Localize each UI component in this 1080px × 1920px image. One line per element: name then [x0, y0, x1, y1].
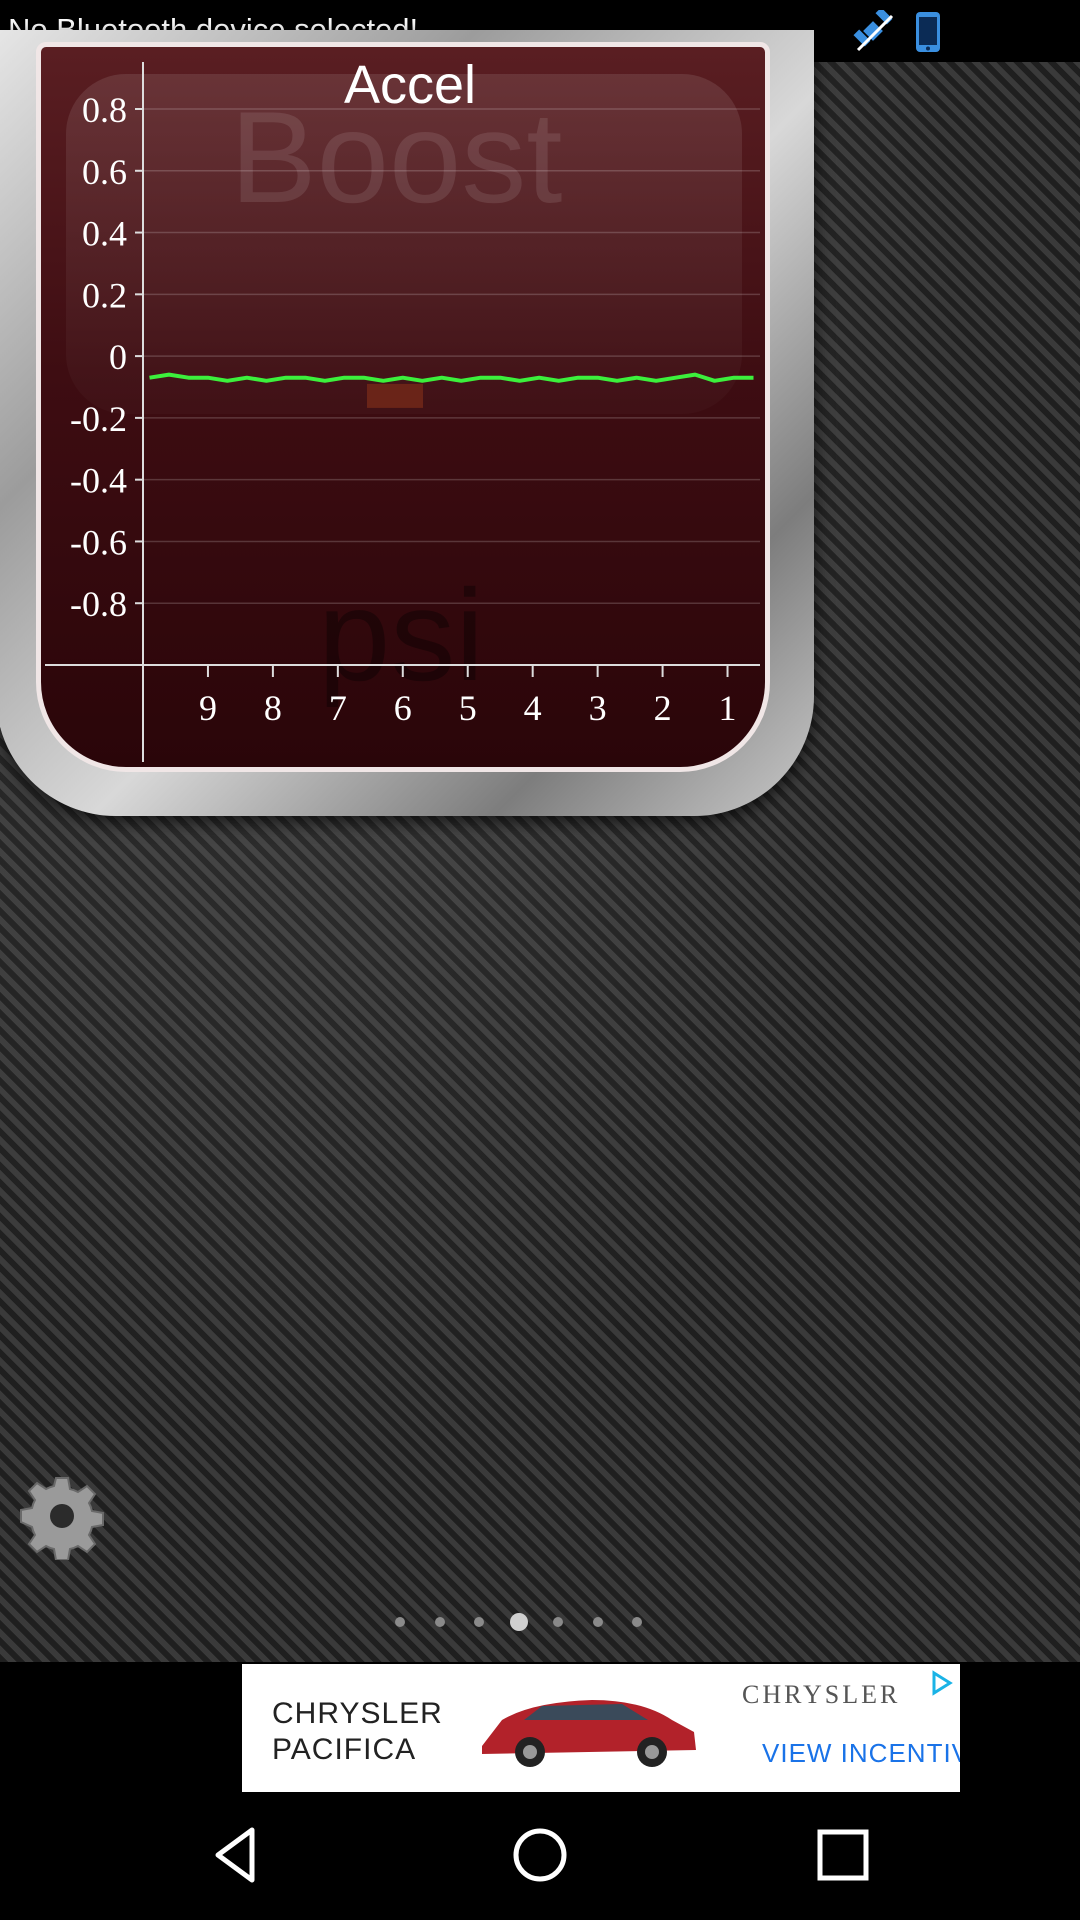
navigation-bar	[0, 1792, 1080, 1920]
y-tick-label: -0.4	[70, 461, 127, 501]
page-dot-active[interactable]	[509, 1613, 528, 1631]
y-tick-label: 0.6	[82, 152, 127, 192]
page-dot[interactable]	[395, 1617, 405, 1627]
y-tick-label: -0.6	[70, 522, 127, 562]
ad-banner[interactable]: CHRYSLER PACIFICA CHRYSLER VIEW INCENTIV…	[242, 1664, 960, 1792]
page-dot[interactable]	[592, 1617, 603, 1627]
car-image	[482, 1700, 696, 1767]
page-dot[interactable]	[474, 1617, 484, 1627]
home-icon[interactable]	[505, 1820, 575, 1890]
phone-icon[interactable]	[906, 10, 950, 54]
page-indicator	[0, 1612, 1080, 1632]
y-tick-label: 0.2	[82, 275, 127, 315]
x-tick-label: 4	[524, 688, 542, 728]
ad-brand: CHRYSLER PACIFICA	[272, 1697, 443, 1766]
marker-block	[367, 383, 423, 408]
x-tick-label: 5	[459, 688, 477, 728]
x-tick-label: 8	[264, 688, 282, 728]
x-tick-label: 2	[654, 688, 672, 728]
satellite-icon[interactable]	[852, 10, 896, 54]
chart-title: Accel	[343, 55, 477, 115]
y-tick-label: 0	[109, 337, 127, 377]
page-dot[interactable]	[632, 1617, 642, 1627]
ad-logo: CHRYSLER	[742, 1680, 901, 1709]
adchoices-icon[interactable]	[926, 1668, 956, 1698]
y-tick-label: 0.4	[82, 214, 127, 254]
x-tick-label: 9	[199, 688, 217, 728]
ad-cta[interactable]: VIEW INCENTIVES	[762, 1738, 960, 1769]
page-dot[interactable]	[553, 1617, 563, 1627]
x-tick-label: 1	[719, 688, 737, 728]
y-tick-label: -0.2	[70, 399, 127, 439]
gear-icon[interactable]	[18, 1472, 106, 1560]
x-tick-label: 3	[589, 688, 607, 728]
y-tick-label: -0.8	[70, 584, 127, 624]
accel-chart: 0.80.60.40.20-0.2-0.4-0.6-0.89 8 7 6 5 4 3 2 1	[45, 62, 760, 762]
recents-icon[interactable]	[808, 1820, 878, 1890]
x-tick-label: 6	[394, 688, 412, 728]
back-icon[interactable]	[202, 1820, 272, 1890]
page-dot[interactable]	[434, 1617, 445, 1627]
series-line	[149, 372, 754, 383]
x-tick-label: 7	[329, 688, 347, 728]
